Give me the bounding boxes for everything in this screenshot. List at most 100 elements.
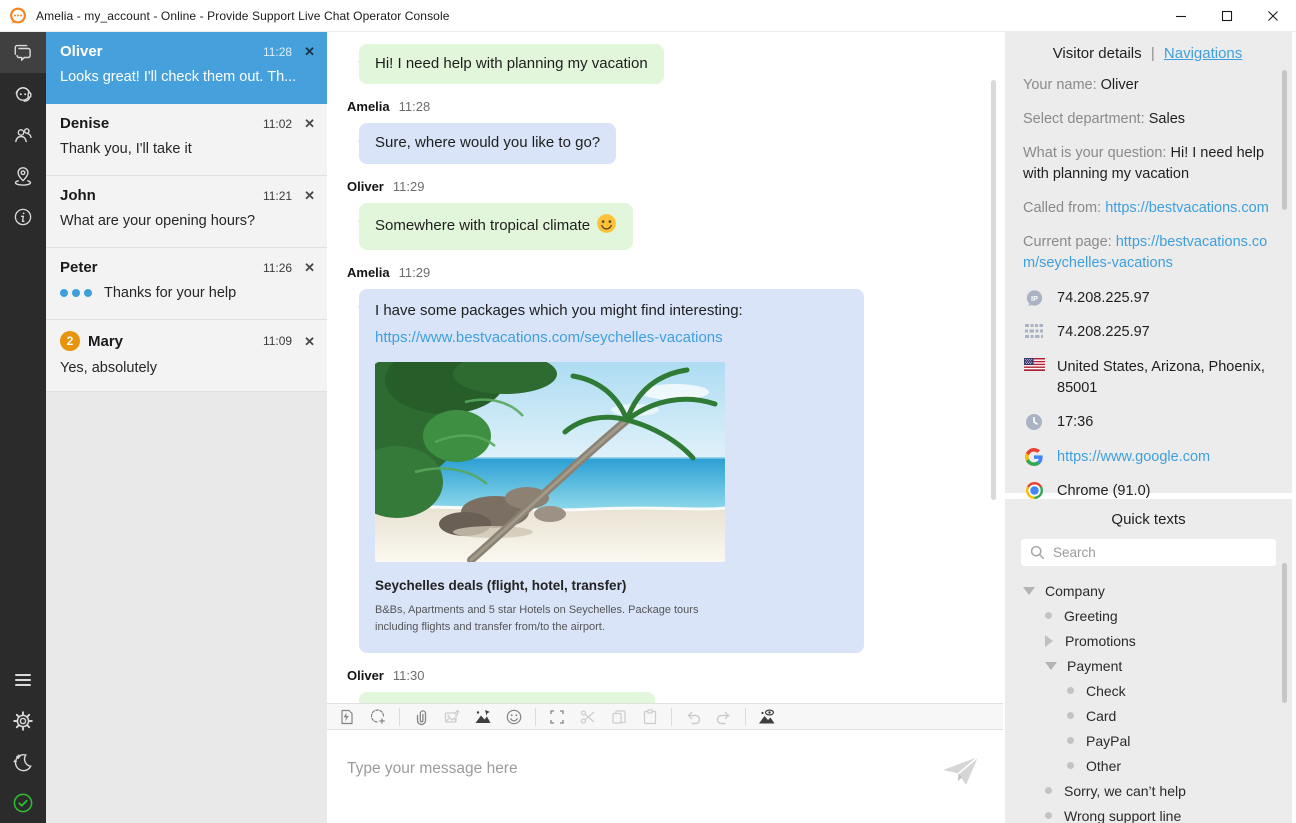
minimize-button[interactable] (1158, 0, 1204, 31)
google-icon (1023, 448, 1045, 466)
field-department: Select department: Sales (1023, 109, 1272, 130)
online-status-check-icon (11, 791, 35, 815)
clock-icon (1023, 413, 1045, 431)
attach-file-icon[interactable] (411, 707, 431, 727)
message-author-header: Amelia11:29 (347, 265, 985, 280)
close-chat-icon[interactable]: ✕ (304, 117, 315, 130)
chat-item-name: Oliver (60, 43, 103, 60)
chat-list-item-peter[interactable]: Peter 11:26 ✕ Thanks for your help (46, 248, 327, 320)
conversation-area: Hi! I need help with planning my vacatio… (327, 32, 1003, 823)
copy-icon[interactable] (609, 707, 629, 727)
chats-icon (11, 41, 35, 65)
undo-icon[interactable] (683, 707, 703, 727)
visitor-message-bubble: Somewhere with tropical climate (359, 203, 633, 250)
info-row-ip: IP 74.208.225.97 (1023, 288, 1272, 309)
toolbar-separator (535, 708, 536, 726)
tree-item-greeting[interactable]: Greeting (1019, 603, 1278, 628)
chat-item-preview: Yes, absolutely (60, 360, 315, 376)
send-image-icon[interactable] (442, 707, 462, 727)
tree-item-check[interactable]: Check (1019, 678, 1278, 703)
tab-navigations-link[interactable]: Navigations (1164, 45, 1242, 62)
leaf-bullet-icon (1045, 612, 1052, 619)
tree-item-company[interactable]: Company (1019, 578, 1278, 603)
close-chat-icon[interactable]: ✕ (304, 261, 315, 274)
field-called-from: Called from: https://bestvacations.com (1023, 198, 1272, 219)
nav-info-tab[interactable] (0, 196, 46, 237)
expand-triangle-icon[interactable] (1045, 635, 1053, 647)
quick-text-icon[interactable] (337, 707, 357, 727)
field-current-page: Current page: https://bestvacations.com/… (1023, 232, 1272, 274)
nav-operators-tab[interactable] (0, 73, 46, 114)
tree-item-sorry-we-cant-help[interactable]: Sorry, we can’t help (1019, 778, 1278, 803)
visitor-message-bubble: Hi! I need help with planning my vacatio… (359, 44, 664, 84)
redo-icon[interactable] (714, 707, 734, 727)
close-chat-icon[interactable]: ✕ (304, 335, 315, 348)
close-chat-icon[interactable]: ✕ (304, 45, 315, 58)
chat-list-item-john[interactable]: John 11:21 ✕ What are your opening hours… (46, 176, 327, 248)
emoji-icon[interactable] (504, 707, 524, 727)
collapse-triangle-icon[interactable] (1045, 662, 1057, 670)
tree-item-wrong-support-line[interactable]: Wrong support line (1019, 803, 1278, 823)
visitor-message-bubble: Looks great! I'll check them out. Thanks (359, 692, 655, 703)
chat-list-item-mary[interactable]: 2 Mary 11:09 ✕ Yes, absolutely (46, 320, 327, 392)
paste-icon[interactable] (640, 707, 660, 727)
nav-geo-map-tab[interactable] (0, 155, 46, 196)
leaf-bullet-icon (1067, 762, 1074, 769)
tree-item-promotions[interactable]: Promotions (1019, 628, 1278, 653)
info-icon (11, 205, 35, 229)
settings-button[interactable] (0, 700, 46, 741)
toolbar-separator (671, 708, 672, 726)
chat-item-time: 11:28 (263, 45, 292, 59)
maximize-button[interactable] (1204, 0, 1250, 31)
message-input[interactable] (347, 760, 927, 778)
menu-button[interactable] (0, 659, 46, 700)
messages-scrollbar[interactable] (991, 80, 996, 500)
chat-item-name: Peter (60, 259, 98, 276)
cut-icon[interactable] (578, 707, 598, 727)
moon-stars-icon (11, 750, 35, 774)
chat-list-item-denise[interactable]: Denise 11:02 ✕ Thank you, I'll take it (46, 104, 327, 176)
gear-icon (11, 709, 35, 733)
add-phrase-icon[interactable] (368, 707, 388, 727)
online-status-button[interactable] (0, 782, 46, 823)
tree-item-paypal[interactable]: PayPal (1019, 728, 1278, 753)
chat-list-item-oliver[interactable]: Oliver 11:28 ✕ Looks great! I'll check t… (46, 32, 327, 104)
referrer-link[interactable]: https://www.google.com (1057, 447, 1210, 468)
us-flag-icon (1023, 358, 1045, 371)
vacation-package-link[interactable]: https://www.bestvacations.com/seychelles… (375, 328, 723, 348)
tree-item-card[interactable]: Card (1019, 703, 1278, 728)
called-from-link[interactable]: https://bestvacations.com (1105, 200, 1269, 216)
tree-item-payment[interactable]: Payment (1019, 653, 1278, 678)
visitor-details-scrollbar[interactable] (1282, 70, 1287, 210)
leaf-bullet-icon (1067, 737, 1074, 744)
operator-rich-message-bubble: I have some packages which you might fin… (359, 289, 864, 654)
tree-item-other[interactable]: Other (1019, 753, 1278, 778)
close-window-button[interactable] (1250, 0, 1296, 31)
quick-texts-scrollbar[interactable] (1282, 563, 1287, 703)
tab-divider: | (1151, 45, 1155, 62)
toolbar-separator (745, 708, 746, 726)
nav-visitors-tab[interactable] (0, 114, 46, 155)
quick-texts-search-input[interactable] (1021, 539, 1276, 566)
visitor-panel-tabs: Visitor details | Navigations (1023, 45, 1272, 62)
right-panel: Visitor details | Navigations Your name:… (1003, 32, 1296, 823)
rail-spacer (0, 237, 46, 659)
titlebar: Amelia - my_account - Online - Provide S… (0, 0, 1296, 32)
visitors-icon (11, 123, 35, 147)
smiling-face-emoji-icon (596, 213, 617, 240)
hostname-icon (1023, 323, 1045, 339)
image-preview-icon[interactable] (757, 707, 777, 727)
push-image-icon[interactable] (473, 707, 493, 727)
select-area-icon[interactable] (547, 707, 567, 727)
quick-texts-search (1021, 539, 1276, 566)
visitor-details-section: Visitor details | Navigations Your name:… (1005, 32, 1292, 493)
dark-mode-toggle[interactable] (0, 741, 46, 782)
close-chat-icon[interactable]: ✕ (304, 189, 315, 202)
nav-chats-tab[interactable] (0, 32, 46, 73)
collapse-triangle-icon[interactable] (1023, 587, 1035, 595)
paper-plane-send-icon[interactable] (941, 755, 981, 794)
link-preview-description: B&Bs, Apartments and 5 star Hotels on Se… (375, 602, 705, 635)
chat-item-preview: Looks great! I'll check them out. Th... (60, 69, 315, 85)
hamburger-menu-icon (12, 669, 34, 691)
chat-item-name: Denise (60, 115, 109, 132)
